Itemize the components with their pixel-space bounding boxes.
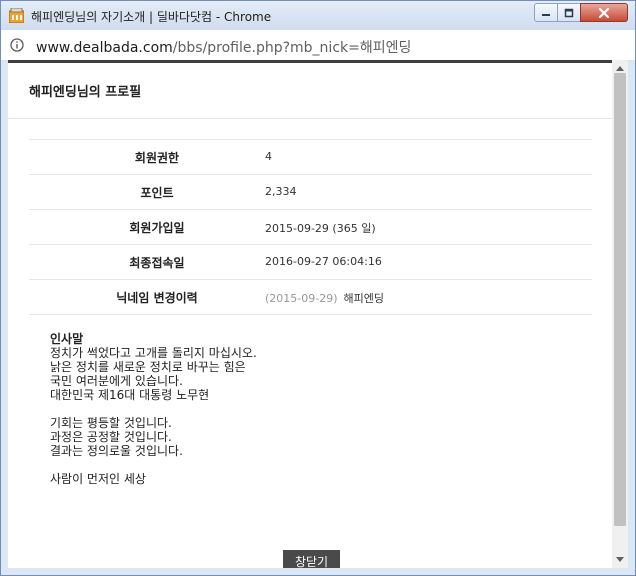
close-window-x-button[interactable] — [580, 3, 628, 22]
title-bar: 해피엔딩님의 자기소개 | 딜바다닷컴 - Chrome — [1, 1, 635, 30]
url-path: /bbs/profile.php?mb_nick=해피엔딩 — [172, 40, 412, 56]
row-value: 2015-09-29 (365 일) — [265, 222, 376, 235]
title-divider — [8, 118, 612, 119]
close-window-button[interactable]: 창닫기 — [283, 550, 340, 568]
vertical-scrollbar[interactable] — [612, 60, 628, 568]
row-value: 2,334 — [265, 185, 297, 198]
page-title: 해피엔딩님의 프로필 — [29, 85, 142, 100]
nickname-change-date: (2015-09-29) — [265, 292, 338, 305]
row-label: 포인트 — [140, 186, 174, 200]
maximize-icon — [564, 8, 574, 17]
greeting-title: 인사말 — [50, 332, 84, 346]
row-label: 닉네임 변경이력 — [116, 291, 198, 305]
greeting-section: 인사말 정치가 썩었다고 고개를 돌리지 마십시오. 낡은 정치를 새로운 정치로… — [50, 332, 257, 486]
table-row: 닉네임 변경이력 (2015-09-29) 해피엔딩 — [29, 279, 592, 315]
arrow-down-icon — [616, 557, 624, 562]
row-value: 4 — [265, 150, 272, 163]
table-row: 회원권한 4 — [29, 139, 592, 174]
table-row: 최종접속일 2016-09-27 06:04:16 — [29, 244, 592, 279]
page-viewport: 해피엔딩님의 프로필 회원권한 4 포인트 2,334 회원가입일 2015-0… — [8, 60, 628, 568]
window-title: 해피엔딩님의 자기소개 | 딜바다닷컴 - Chrome — [31, 10, 272, 24]
top-divider — [8, 60, 612, 63]
site-favicon-icon — [9, 8, 24, 23]
url-text[interactable]: www.dealbada.com/bbs/profile.php?mb_nick… — [36, 37, 411, 57]
address-bar[interactable]: www.dealbada.com/bbs/profile.php?mb_nick… — [1, 30, 635, 61]
minimize-button[interactable] — [534, 3, 558, 22]
table-row: 회원가입일 2015-09-29 (365 일) — [29, 209, 592, 244]
row-label: 회원권한 — [134, 151, 180, 165]
minimize-icon — [542, 13, 550, 16]
table-row: 포인트 2,334 — [29, 174, 592, 209]
row-label: 최종접속일 — [129, 256, 185, 270]
row-value: (2015-09-29) 해피엔딩 — [265, 290, 384, 306]
arrow-up-icon — [616, 66, 624, 71]
scroll-down-button[interactable] — [612, 552, 628, 568]
browser-window: 해피엔딩님의 자기소개 | 딜바다닷컴 - Chrome www.dealbad… — [0, 0, 636, 576]
info-icon[interactable] — [10, 38, 24, 52]
close-icon — [598, 7, 610, 18]
url-host: www.dealbada.com — [36, 40, 173, 56]
row-value: 2016-09-27 06:04:16 — [265, 255, 382, 268]
profile-info-table: 회원권한 4 포인트 2,334 회원가입일 2015-09-29 (365 일… — [29, 139, 592, 315]
greeting-text: 정치가 썩었다고 고개를 돌리지 마십시오. 낡은 정치를 새로운 정치로 바꾸… — [50, 346, 257, 486]
row-label: 회원가입일 — [129, 221, 185, 235]
maximize-button[interactable] — [557, 3, 581, 22]
scrollbar-thumb[interactable] — [614, 73, 626, 526]
nickname-value: 해피엔딩 — [343, 292, 384, 305]
